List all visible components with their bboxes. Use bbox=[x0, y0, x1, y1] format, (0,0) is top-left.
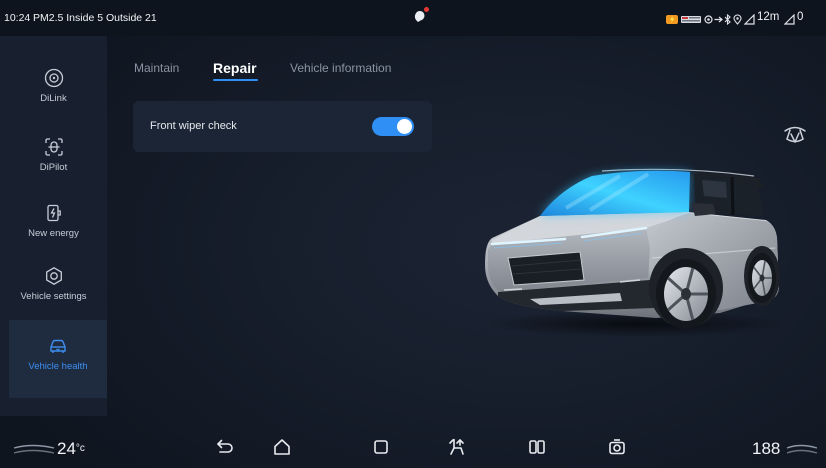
driver-temp-value: 24 bbox=[57, 439, 76, 458]
passenger-temp-value: 188 bbox=[752, 439, 781, 458]
driver-temperature[interactable]: 24°c bbox=[57, 439, 85, 459]
notification-icon[interactable] bbox=[412, 7, 429, 24]
notification-dot bbox=[424, 7, 429, 12]
hexagon-settings-icon bbox=[44, 266, 64, 286]
bottom-bar: 24°c 188 bbox=[0, 420, 826, 468]
dilink-icon bbox=[44, 68, 64, 88]
dipilot-icon bbox=[44, 137, 64, 157]
sidebar-item-dilink[interactable]: DiLink bbox=[0, 56, 107, 116]
wiper-icon[interactable] bbox=[781, 121, 809, 149]
signal-icon bbox=[743, 12, 755, 25]
tab-repair[interactable]: Repair bbox=[213, 60, 257, 76]
bluetooth-icon bbox=[723, 12, 732, 26]
front-wiper-check-label: Front wiper check bbox=[150, 120, 237, 132]
record-icon bbox=[704, 12, 713, 24]
driver-temp-unit: °c bbox=[75, 443, 85, 454]
toggle-knob bbox=[397, 119, 412, 134]
charging-status-icon bbox=[666, 12, 678, 24]
sidebar-item-label: DiPilot bbox=[39, 162, 68, 173]
windshield-highlight bbox=[540, 170, 690, 216]
sidebar-item-label: New energy bbox=[28, 228, 79, 239]
status-trailing-value: 0 bbox=[797, 11, 804, 23]
panorama-camera-icon[interactable] bbox=[607, 437, 627, 457]
passenger-temp-deco-icon bbox=[786, 444, 818, 454]
seat-icon[interactable] bbox=[447, 437, 467, 457]
usb-icon bbox=[714, 12, 723, 23]
brand-badge-icon bbox=[681, 12, 701, 23]
status-time: 10:24 bbox=[4, 12, 31, 24]
car-health-icon bbox=[48, 336, 68, 356]
home-icon[interactable] bbox=[272, 437, 292, 457]
sidebar-item-new-energy[interactable]: New energy bbox=[0, 191, 107, 251]
recent-apps-icon[interactable] bbox=[371, 437, 391, 457]
rear-wheel bbox=[744, 246, 780, 306]
vehicle-image bbox=[483, 168, 787, 337]
sidebar-item-label: DiLink bbox=[40, 93, 67, 104]
air-quality-readout: PM2.5 Inside 5 Outside 21 bbox=[33, 12, 157, 24]
side-mirror bbox=[691, 203, 716, 216]
sidebar-item-dipilot[interactable]: DiPilot bbox=[0, 125, 107, 185]
split-screen-icon[interactable] bbox=[527, 437, 547, 457]
front-grille bbox=[507, 251, 585, 286]
tab-maintain[interactable]: Maintain bbox=[134, 61, 179, 75]
location-icon bbox=[733, 12, 742, 25]
passenger-temperature[interactable]: 188 bbox=[752, 439, 780, 459]
sidebar-item-label: Vehicle settings bbox=[20, 291, 87, 302]
front-wiper-check-card: Front wiper check bbox=[133, 101, 432, 152]
sidebar-item-vehicle-settings[interactable]: Vehicle settings bbox=[0, 254, 107, 314]
sidebar-item-label: Vehicle health bbox=[28, 361, 88, 372]
sidebar-item-vehicle-health[interactable]: Vehicle health bbox=[9, 320, 107, 398]
active-tab-indicator bbox=[213, 79, 258, 81]
front-wiper-check-toggle[interactable] bbox=[372, 117, 414, 136]
status-bar: 10:24 PM2.5 Inside 5 Outside 21 12m 0 bbox=[0, 0, 826, 36]
driver-temp-deco-icon bbox=[13, 444, 55, 454]
battery-bolt-icon bbox=[44, 203, 64, 223]
back-icon[interactable] bbox=[215, 437, 235, 457]
signal-icon bbox=[783, 12, 795, 25]
sidebar: DiLink DiPilot New energy Vehicle settin… bbox=[0, 36, 107, 416]
distance-readout: 12m bbox=[757, 11, 780, 23]
tab-vehicle-information[interactable]: Vehicle information bbox=[290, 61, 391, 75]
